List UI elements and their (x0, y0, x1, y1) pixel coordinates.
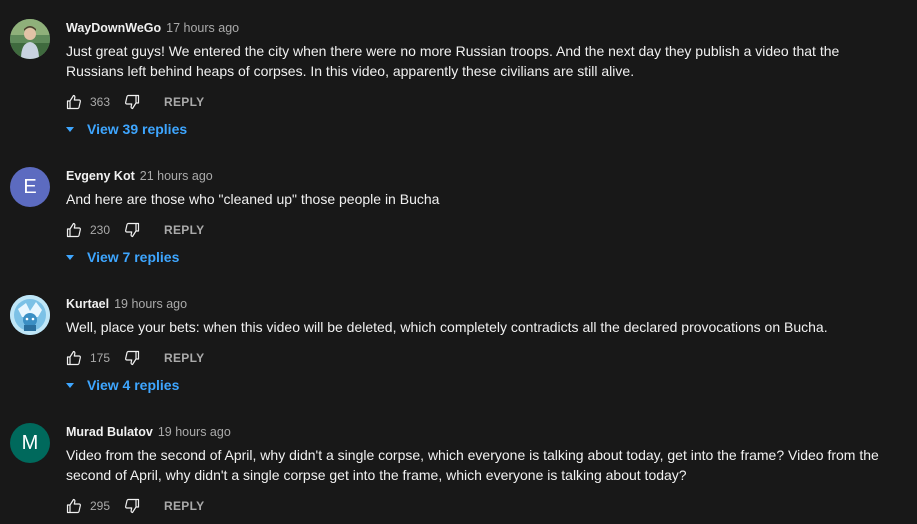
like-button[interactable] (66, 498, 82, 514)
comment-header: WayDownWeGo 17 hours ago (66, 19, 899, 37)
view-replies-button[interactable]: View 7 replies (66, 247, 899, 267)
avatar-letter: M (21, 431, 39, 454)
character-photo-icon (10, 295, 50, 335)
like-button[interactable] (66, 222, 82, 238)
comment-actions: 230 REPLY (66, 218, 899, 242)
comment-header: Kurtael 19 hours ago (66, 295, 899, 313)
view-replies-label: View 4 replies (87, 377, 180, 393)
comment-time[interactable]: 17 hours ago (166, 21, 239, 35)
comment-body: WayDownWeGo 17 hours ago Just great guys… (66, 19, 899, 139)
like-count: 363 (90, 95, 111, 109)
view-replies-label: View 39 replies (87, 121, 188, 137)
like-count: 175 (90, 351, 111, 365)
avatar[interactable]: M (10, 423, 50, 463)
view-replies-button[interactable]: View 39 replies (66, 119, 899, 139)
comment-body: Kurtael 19 hours ago Well, place your be… (66, 295, 899, 395)
comment-header: Evgeny Kot 21 hours ago (66, 167, 899, 185)
caret-down-icon (66, 382, 74, 388)
thumbs-down-icon (125, 350, 140, 366)
avatar[interactable] (10, 19, 50, 59)
thumbs-up-icon (66, 350, 81, 366)
like-button[interactable] (66, 350, 82, 366)
comment-body: Evgeny Kot 21 hours ago And here are tho… (66, 167, 899, 267)
comment-time[interactable]: 19 hours ago (158, 425, 231, 439)
comment-time[interactable]: 19 hours ago (114, 297, 187, 311)
dislike-button[interactable] (124, 350, 140, 366)
thumbs-down-icon (125, 94, 140, 110)
reply-button[interactable]: REPLY (164, 95, 204, 109)
like-count: 230 (90, 223, 111, 237)
comment-text: And here are those who "cleaned up" thos… (66, 191, 440, 207)
like-count: 295 (90, 499, 111, 513)
dislike-button[interactable] (124, 94, 140, 110)
avatar[interactable] (10, 295, 50, 335)
reply-button[interactable]: REPLY (164, 223, 204, 237)
comment-header: Murad Bulatov 19 hours ago (66, 423, 899, 441)
caret-down-icon (66, 126, 74, 132)
thumbs-up-icon (66, 222, 81, 238)
user-photo-icon (10, 19, 50, 59)
thumbs-up-icon (66, 94, 81, 110)
comment-body: Murad Bulatov 19 hours ago Video from th… (66, 423, 899, 518)
thumbs-down-icon (125, 498, 140, 514)
avatar[interactable]: E (10, 167, 50, 207)
comment-author[interactable]: Evgeny Kot (66, 169, 135, 183)
comment-time[interactable]: 21 hours ago (140, 169, 213, 183)
comment-text: Just great guys! We entered the city whe… (66, 43, 840, 79)
comment-text: Video from the second of April, why didn… (66, 447, 879, 483)
view-replies-button[interactable]: View 4 replies (66, 375, 899, 395)
avatar-letter: E (23, 175, 37, 198)
comment-text: Well, place your bets: when this video w… (66, 319, 828, 335)
comment-author[interactable]: Kurtael (66, 297, 109, 311)
reply-button[interactable]: REPLY (164, 499, 204, 513)
view-replies-label: View 7 replies (87, 249, 180, 265)
comment-author[interactable]: Murad Bulatov (66, 425, 153, 439)
thumbs-down-icon (125, 222, 140, 238)
dislike-button[interactable] (124, 222, 140, 238)
comment-actions: 363 REPLY (66, 90, 899, 114)
thumbs-up-icon (66, 498, 81, 514)
comment-actions: 175 REPLY (66, 346, 899, 370)
like-button[interactable] (66, 94, 82, 110)
comments-section: WayDownWeGo 17 hours ago Just great guys… (0, 0, 917, 524)
dislike-button[interactable] (124, 498, 140, 514)
caret-down-icon (66, 254, 74, 260)
reply-button[interactable]: REPLY (164, 351, 204, 365)
comment-author[interactable]: WayDownWeGo (66, 21, 161, 35)
comment-actions: 295 REPLY (66, 494, 899, 518)
